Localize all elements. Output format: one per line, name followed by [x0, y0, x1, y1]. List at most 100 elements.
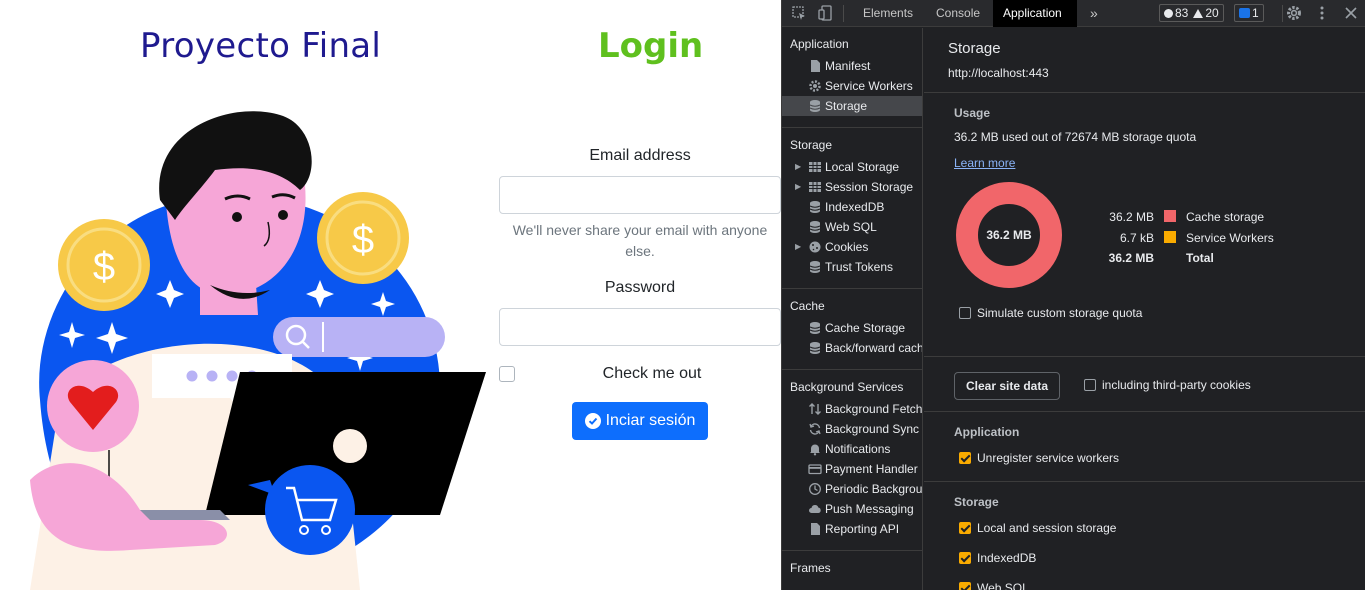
- sidebar-item-push-messaging[interactable]: Push Messaging: [782, 499, 922, 519]
- expand-triangle-icon[interactable]: ▶: [795, 237, 801, 257]
- expand-triangle-icon[interactable]: ▶: [795, 177, 801, 197]
- pane-divider: [924, 411, 1365, 412]
- sidebar-item-background-fetch[interactable]: Background Fetch: [782, 399, 922, 419]
- sidebar-item-label: Notifications: [825, 442, 891, 456]
- email-help-text: We'll never share your email with anyone…: [512, 222, 768, 259]
- legend-service-workers: 6.7 kB Service Workers: [1094, 231, 1334, 247]
- sidebar-divider: [782, 550, 922, 551]
- project-title: Proyecto Final: [140, 26, 382, 66]
- sidebar-item-label: Session Storage: [825, 180, 914, 194]
- sidebar-item-back-forward-cache[interactable]: Back/forward cache: [782, 338, 922, 358]
- expand-triangle-icon[interactable]: ▶: [795, 157, 801, 177]
- credit-card-icon: [808, 464, 822, 475]
- tab-application[interactable]: Application: [993, 0, 1077, 27]
- database-icon: [809, 221, 821, 233]
- issue-counters[interactable]: 83 20: [1159, 4, 1224, 22]
- email-input[interactable]: [499, 176, 781, 214]
- legend-total: 36.2 MB Total: [1094, 251, 1334, 267]
- third-party-cookies-checkbox[interactable]: [1084, 379, 1096, 391]
- sidebar-heading-frames: Frames: [790, 561, 831, 575]
- gear-icon: [809, 80, 821, 92]
- sidebar-item-manifest[interactable]: Manifest: [782, 56, 922, 76]
- more-options-icon[interactable]: [1314, 5, 1330, 21]
- sidebar-item-label: Local Storage: [825, 160, 900, 174]
- sidebar-item-trust-tokens[interactable]: Trust Tokens: [782, 257, 922, 277]
- close-icon[interactable]: [1343, 5, 1359, 21]
- sidebar-item-service-workers[interactable]: Service Workers: [782, 76, 922, 96]
- sidebar-item-notifications[interactable]: Notifications: [782, 439, 922, 459]
- unregister-sw-checkbox[interactable]: [959, 452, 971, 464]
- sidebar-divider: [782, 369, 922, 370]
- tab-console[interactable]: Console: [926, 0, 990, 27]
- sidebar-item-reporting-api[interactable]: Reporting API: [782, 519, 922, 539]
- password-input[interactable]: [499, 308, 781, 346]
- up-down-arrows-icon: [809, 403, 821, 415]
- clear-site-data-button[interactable]: Clear site data: [954, 372, 1060, 400]
- database-icon: [809, 261, 821, 273]
- sidebar-item-periodic-background-sync[interactable]: Periodic Background Sync: [782, 479, 923, 499]
- storage-pane: Storage http://localhost:443 Usage 36.2 …: [924, 28, 1365, 590]
- tab-elements[interactable]: Elements: [853, 0, 923, 27]
- simulate-quota-checkbox[interactable]: [959, 307, 971, 319]
- sidebar-item-background-sync[interactable]: Background Sync: [782, 419, 922, 439]
- devtools-toolbar: Elements Console Application » 83 20 1: [782, 0, 1365, 27]
- sidebar-item-indexeddb[interactable]: IndexedDB: [782, 197, 922, 217]
- unregister-sw-label: Unregister service workers: [977, 451, 1120, 465]
- messages-counter[interactable]: 1: [1234, 4, 1264, 22]
- sidebar-item-label: Cookies: [825, 240, 869, 254]
- document-icon: [811, 523, 820, 535]
- warning-count: 20: [1205, 6, 1219, 20]
- svg-text:$: $: [352, 218, 374, 262]
- usage-summary: 36.2 MB used out of 72674 MB storage quo…: [954, 130, 1197, 144]
- chevron-double-right-icon[interactable]: »: [1080, 0, 1108, 27]
- password-label: Password: [604, 279, 676, 296]
- legend-label: Cache storage: [1186, 210, 1265, 224]
- sidebar-heading-background-services: Background Services: [790, 380, 904, 394]
- donut-center-label: 36.2 MB: [986, 228, 1032, 242]
- sidebar-item-label: Storage: [825, 99, 868, 113]
- legend-value: 36.2 MB: [1108, 251, 1154, 265]
- sync-icon: [809, 423, 821, 435]
- sidebar-item-label: Periodic Background Sync: [825, 482, 923, 496]
- pane-divider: [924, 356, 1365, 357]
- indexeddb-checkbox[interactable]: [959, 552, 971, 564]
- pane-divider: [924, 92, 1365, 93]
- search-bar-graphic: [273, 317, 445, 357]
- sidebar-item-cookies[interactable]: ▶ Cookies: [782, 237, 922, 257]
- document-icon: [811, 60, 820, 72]
- sidebar-item-session-storage[interactable]: ▶ Session Storage: [782, 177, 922, 197]
- login-submit-button[interactable]: Inciar sesión: [572, 402, 708, 440]
- sidebar-item-cache-storage[interactable]: Cache Storage: [782, 318, 922, 338]
- remember-checkbox[interactable]: [499, 366, 515, 382]
- sidebar-item-web-sql[interactable]: Web SQL: [782, 217, 922, 237]
- sidebar-item-label: Cache Storage: [825, 321, 906, 335]
- sidebar-item-label: Service Workers: [825, 79, 913, 93]
- local-session-storage-label: Local and session storage: [977, 521, 1117, 535]
- storage-section-heading: Storage: [954, 495, 999, 509]
- settings-gear-icon[interactable]: [1286, 5, 1302, 21]
- clock-icon: [809, 483, 821, 495]
- pane-divider: [924, 481, 1365, 482]
- cloud-icon: [809, 505, 821, 513]
- database-icon: [809, 342, 821, 354]
- error-circle-icon: [1164, 8, 1173, 18]
- webpage-viewport: Proyecto Final Login $ $ Email address W…: [0, 0, 781, 590]
- database-icon: [809, 322, 821, 334]
- sidebar-item-label: Manifest: [825, 59, 871, 73]
- toolbar-separator: [1282, 5, 1283, 22]
- sidebar-item-payment-handler[interactable]: Payment Handler: [782, 459, 922, 479]
- sidebar-item-label: IndexedDB: [825, 200, 885, 214]
- local-session-storage-checkbox[interactable]: [959, 522, 971, 534]
- learn-more-link[interactable]: Learn more: [954, 156, 1015, 170]
- sidebar-item-local-storage[interactable]: ▶ Local Storage: [782, 157, 922, 177]
- device-toggle-icon[interactable]: [818, 5, 834, 21]
- sidebar-divider: [782, 127, 922, 128]
- database-icon: [809, 100, 821, 112]
- sidebar-item-label: Push Messaging: [825, 502, 914, 516]
- websql-checkbox[interactable]: [959, 582, 971, 590]
- inspect-element-icon[interactable]: [791, 5, 807, 21]
- sidebar-item-label: Web SQL: [825, 220, 877, 234]
- login-heading: Login: [598, 26, 704, 66]
- sidebar-item-storage[interactable]: Storage: [782, 96, 922, 116]
- storage-origin: http://localhost:443: [948, 66, 1049, 80]
